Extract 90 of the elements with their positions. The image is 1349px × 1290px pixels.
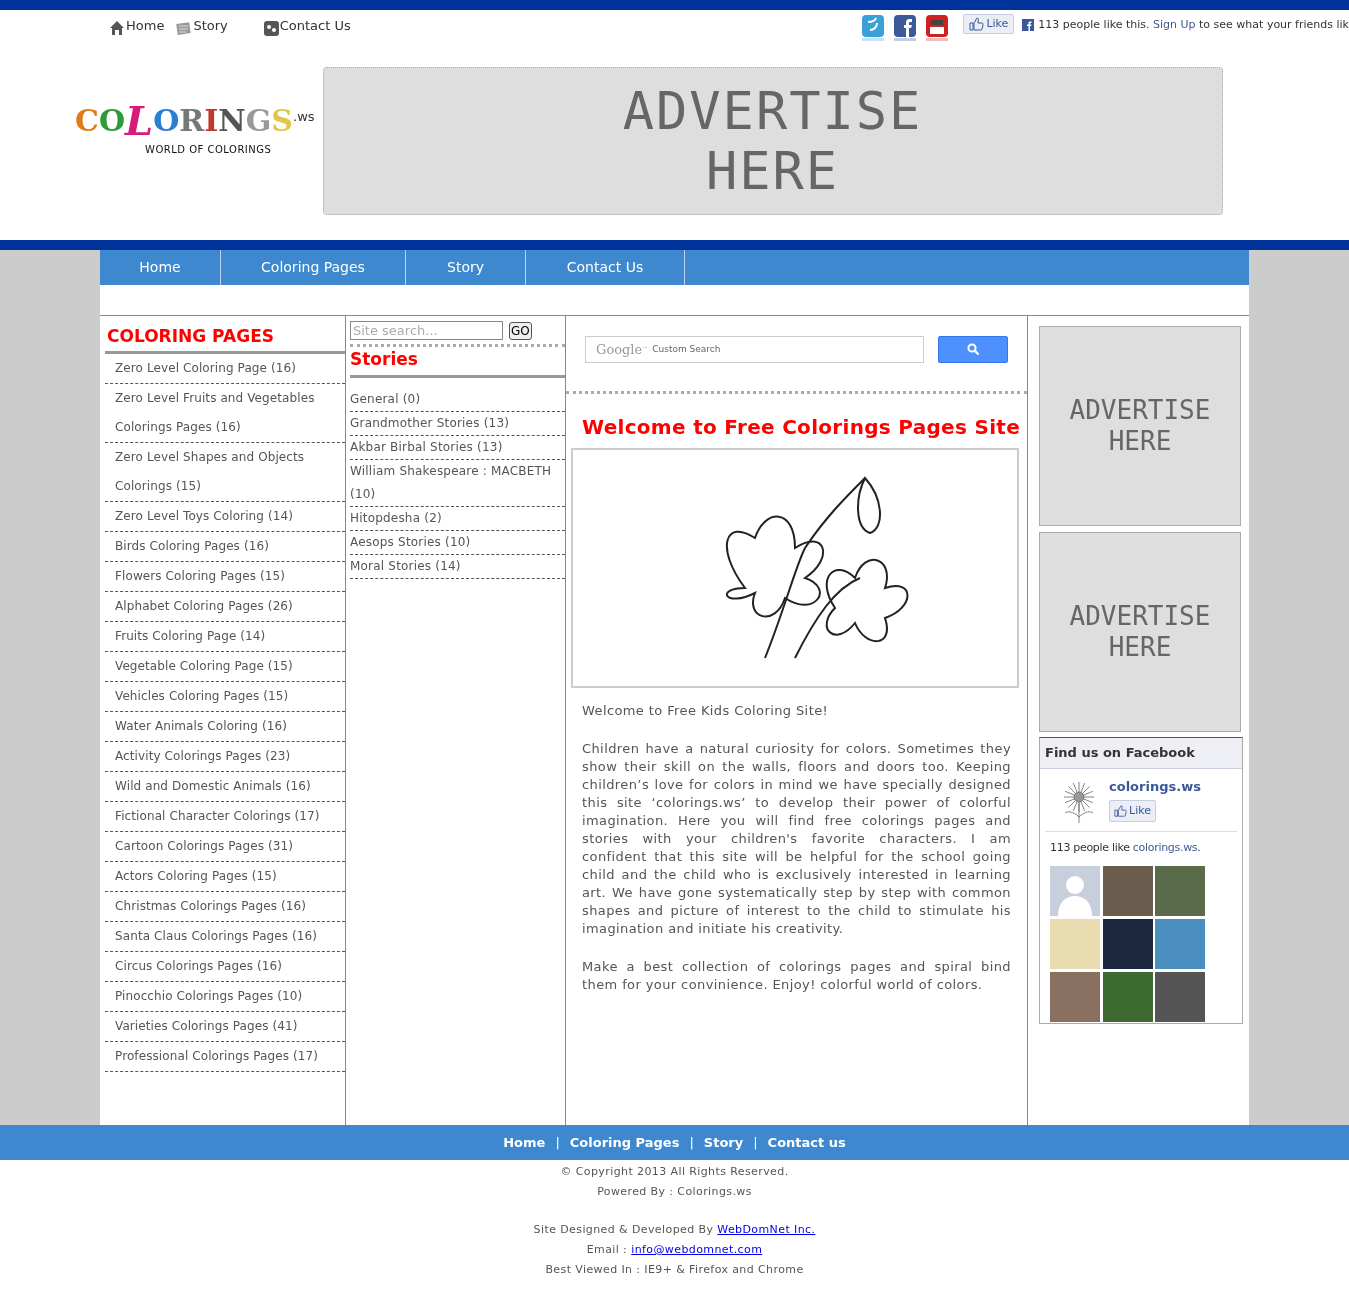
advertise-box[interactable]: ADVERTISE HERE bbox=[1039, 326, 1241, 526]
photo-placeholder bbox=[1155, 866, 1206, 916]
photo-placeholder bbox=[1050, 919, 1100, 969]
go-button[interactable]: GO bbox=[509, 321, 532, 340]
photo-placeholder bbox=[1102, 919, 1153, 969]
advertise-box[interactable]: ADVERTISE HERE bbox=[1039, 532, 1241, 732]
category-link[interactable]: Fictional Character Colorings (17) bbox=[105, 801, 345, 832]
category-link[interactable]: Varieties Colorings Pages (41) bbox=[105, 1011, 345, 1042]
avatar-silhouette bbox=[1050, 866, 1100, 916]
newspaper-icon bbox=[176, 20, 193, 36]
photo-placeholder bbox=[1155, 972, 1206, 1022]
story-category-link[interactable]: Akbar Birbal Stories (13) bbox=[350, 435, 565, 460]
category-link[interactable]: Cartoon Colorings Pages (31) bbox=[105, 831, 345, 862]
story-category-link[interactable]: Hitopdesha (2) bbox=[350, 506, 565, 531]
facebook-like-count: 113 people like colorings.ws. bbox=[1049, 839, 1202, 856]
paragraph: Welcome to Free Kids Coloring Site! bbox=[582, 702, 830, 720]
category-link[interactable]: Professional Colorings Pages (17) bbox=[105, 1041, 345, 1072]
custom-search-field[interactable]: Google$^{™}$ Custom Search bbox=[585, 336, 924, 363]
category-link[interactable]: Zero Level Coloring Page (16) bbox=[105, 353, 345, 384]
credit-text: Site Designed & Developed By bbox=[533, 1222, 714, 1238]
story-category-link[interactable]: Moral Stories (14) bbox=[350, 554, 565, 579]
welcome-heading: Welcome to Free Colorings Pages Site bbox=[581, 414, 1022, 441]
category-link[interactable]: Zero Level Fruits and Vegetables Colorings Pages (16) bbox=[105, 383, 345, 443]
nav-link[interactable]: Contact Us bbox=[526, 250, 685, 285]
facebook-box-title: Find us on Facebook bbox=[1040, 738, 1242, 769]
like-count-text: 113 people like this. Sign Up to see what your friends lik bbox=[1038, 17, 1349, 33]
search-icon bbox=[966, 343, 980, 356]
email-link[interactable]: info@webdomnet.com bbox=[631, 1240, 763, 1260]
like-button[interactable]: Like bbox=[963, 14, 1015, 34]
category-link[interactable]: Flowers Coloring Pages (15) bbox=[105, 561, 345, 592]
thumbs-up-icon bbox=[969, 17, 985, 31]
photo-placeholder bbox=[1050, 972, 1100, 1022]
footer-link[interactable]: Story bbox=[703, 1132, 744, 1153]
contact-icon bbox=[263, 20, 279, 36]
category-link[interactable]: Actors Coloring Pages (15) bbox=[105, 861, 345, 892]
facebook-icon bbox=[893, 14, 918, 42]
category-link[interactable]: Christmas Colorings Pages (16) bbox=[105, 891, 345, 922]
search-button[interactable] bbox=[938, 336, 1008, 363]
separator-text: | bbox=[689, 1133, 694, 1152]
story-category-link[interactable]: General (0) bbox=[350, 387, 565, 412]
category-link[interactable]: Zero Level Shapes and Objects Colorings (15) bbox=[105, 442, 345, 502]
photo-placeholder bbox=[1155, 919, 1206, 969]
facebook-icon bbox=[1022, 19, 1035, 32]
top-nav-link[interactable]: Home bbox=[109, 16, 165, 36]
story-category-link[interactable]: William Shakespeare : MACBETH (10) bbox=[350, 459, 565, 507]
category-link[interactable]: Water Animals Coloring (16) bbox=[105, 711, 345, 742]
google-logo-text: Google$^{™}$ bbox=[596, 340, 649, 359]
category-link[interactable]: Pinocchio Colorings Pages (10) bbox=[105, 981, 345, 1012]
category-link[interactable]: Birds Coloring Pages (16) bbox=[105, 531, 345, 562]
footer-link[interactable]: Contact us bbox=[767, 1132, 846, 1153]
home-icon bbox=[109, 19, 125, 36]
story-category-link[interactable]: Grandmother Stories (13) bbox=[350, 411, 565, 436]
site-search-field[interactable]: Site search... bbox=[350, 321, 503, 340]
nav-link[interactable]: Story bbox=[406, 250, 526, 285]
footer-link[interactable]: Home bbox=[503, 1132, 546, 1153]
sign-up-link[interactable]: Sign Up bbox=[1153, 18, 1196, 31]
nav-link[interactable]: Coloring Pages bbox=[221, 250, 406, 285]
paragraph: Make a best collection of colorings pages and spiral bind them for your convinience. Enjoy! colorful world of colors. bbox=[582, 958, 1011, 994]
category-link[interactable]: Alphabet Coloring Pages (26) bbox=[105, 591, 345, 622]
separator-text: | bbox=[555, 1133, 560, 1152]
footer-link[interactable]: Coloring Pages bbox=[569, 1132, 680, 1153]
email-label: Email : bbox=[586, 1242, 628, 1258]
photo-placeholder bbox=[1102, 972, 1153, 1022]
category-link[interactable]: Vegetable Coloring Page (15) bbox=[105, 651, 345, 682]
powered-by-text: Powered By : Colorings.ws bbox=[597, 1184, 752, 1200]
category-link[interactable]: Activity Colorings Pages (23) bbox=[105, 741, 345, 772]
separator-text: | bbox=[753, 1133, 758, 1152]
section-title: COLORING PAGES bbox=[105, 316, 345, 354]
field-hint: Custom Search bbox=[652, 342, 721, 356]
category-link[interactable]: Wild and Domestic Animals (16) bbox=[105, 771, 345, 802]
developer-link[interactable]: WebDomNet Inc. bbox=[717, 1220, 816, 1240]
story-category-link[interactable]: Aesops Stories (10) bbox=[350, 530, 565, 555]
category-link[interactable]: Fruits Coloring Page (14) bbox=[105, 621, 345, 652]
photo-placeholder bbox=[1102, 866, 1153, 916]
browser-note: Best Viewed In : IE9+ & Firefox and Chrome bbox=[545, 1262, 804, 1278]
section-title: Stories bbox=[350, 347, 565, 378]
like-button[interactable]: Like bbox=[1109, 800, 1156, 822]
top-nav-link[interactable]: Story bbox=[176, 16, 228, 36]
category-link[interactable]: Vehicles Coloring Pages (15) bbox=[105, 681, 345, 712]
advertise-banner[interactable]: ADVERTISE HERE bbox=[322, 67, 1223, 215]
facebook-page-link[interactable]: colorings.ws bbox=[1109, 776, 1201, 796]
category-link[interactable]: Circus Colorings Pages (16) bbox=[105, 951, 345, 982]
thumbs-up-icon bbox=[1114, 804, 1128, 818]
copyright-text: © Copyright 2013 All Rights Reserved. bbox=[560, 1164, 789, 1180]
category-link[interactable]: Zero Level Toys Coloring (14) bbox=[105, 501, 345, 532]
top-nav-link[interactable]: Contact Us bbox=[263, 16, 351, 36]
paragraph: Children have a natural curiosity for colors. Sometimes they show their skill on the walls, floors and doors too. Keeping children’s love for colors in mind we have specially designed this site ‘colorings.ws’ to develop their power of colorful imagination. Here you will find free colorings pages and stories with your children's favorite characters. I am confident that this site will be helpful for the school going child and the child who is exclusively interested in learning art. We have gone systematically step by step with common shapes and picture of interest to the child to stimulate his imagination and initiate his creativity. bbox=[582, 740, 1011, 938]
nav-link[interactable]: Home bbox=[100, 250, 221, 285]
category-link[interactable]: Santa Claus Colorings Pages (16) bbox=[105, 921, 345, 952]
video-icon bbox=[925, 14, 950, 42]
